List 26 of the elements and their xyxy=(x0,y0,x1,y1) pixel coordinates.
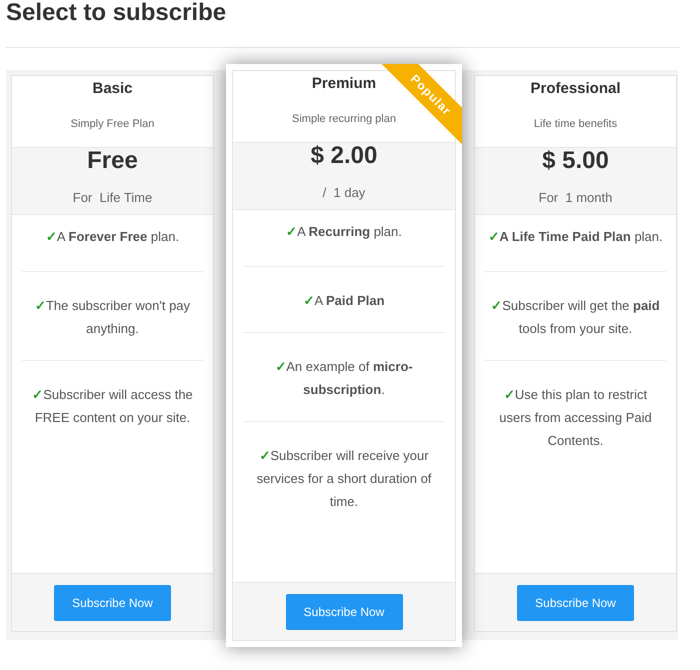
plan-subtitle: Simple recurring plan xyxy=(292,112,396,127)
feature-text: ✓A Forever Free plan. xyxy=(44,228,180,246)
feature-text: ✓The subscriber won't pay anything. xyxy=(34,297,192,338)
plan-price: Free xyxy=(87,148,138,174)
plan-title: Professional xyxy=(530,80,621,98)
subscribe-button[interactable]: Subscribe Now xyxy=(54,584,171,620)
plan-subtitle: Simply Free Plan xyxy=(70,117,154,132)
subscribe-button[interactable]: Subscribe Now xyxy=(286,594,402,630)
plan-subtitle: Life time benefits xyxy=(534,117,618,132)
plan-period: / 1 day xyxy=(322,184,366,202)
feature-text: ✓Use this plan to restrict users from accessing Paid Contents. xyxy=(498,386,653,450)
plan-price: $ 5.00 xyxy=(542,148,609,174)
plan-period: For 1 month xyxy=(538,189,612,207)
plan-period: For Life Time xyxy=(72,189,152,207)
plan-price: $ 2.00 xyxy=(310,143,378,169)
plan-title: Basic xyxy=(92,80,133,98)
page-heading: Select to subscribe xyxy=(6,0,228,28)
feature-text: ✓An example of micro-subscription. xyxy=(274,358,414,399)
subscribe-button[interactable]: Subscribe Now xyxy=(517,584,634,620)
feature-text: ✓Subscriber will receive your services for a short duration of time. xyxy=(256,447,432,511)
feature-text: ✓Subscriber will access the FREE content on your site. xyxy=(31,386,194,427)
feature-text: ✓A Paid Plan xyxy=(302,292,386,310)
plan-title: Premium xyxy=(312,75,376,93)
feature-text: ✓Subscriber will get the paid tools from your site. xyxy=(490,297,661,338)
feature-text: ✓A Recurring plan. xyxy=(285,223,403,241)
feature-text: ✓A Life Time Paid Plan plan. xyxy=(487,228,664,246)
